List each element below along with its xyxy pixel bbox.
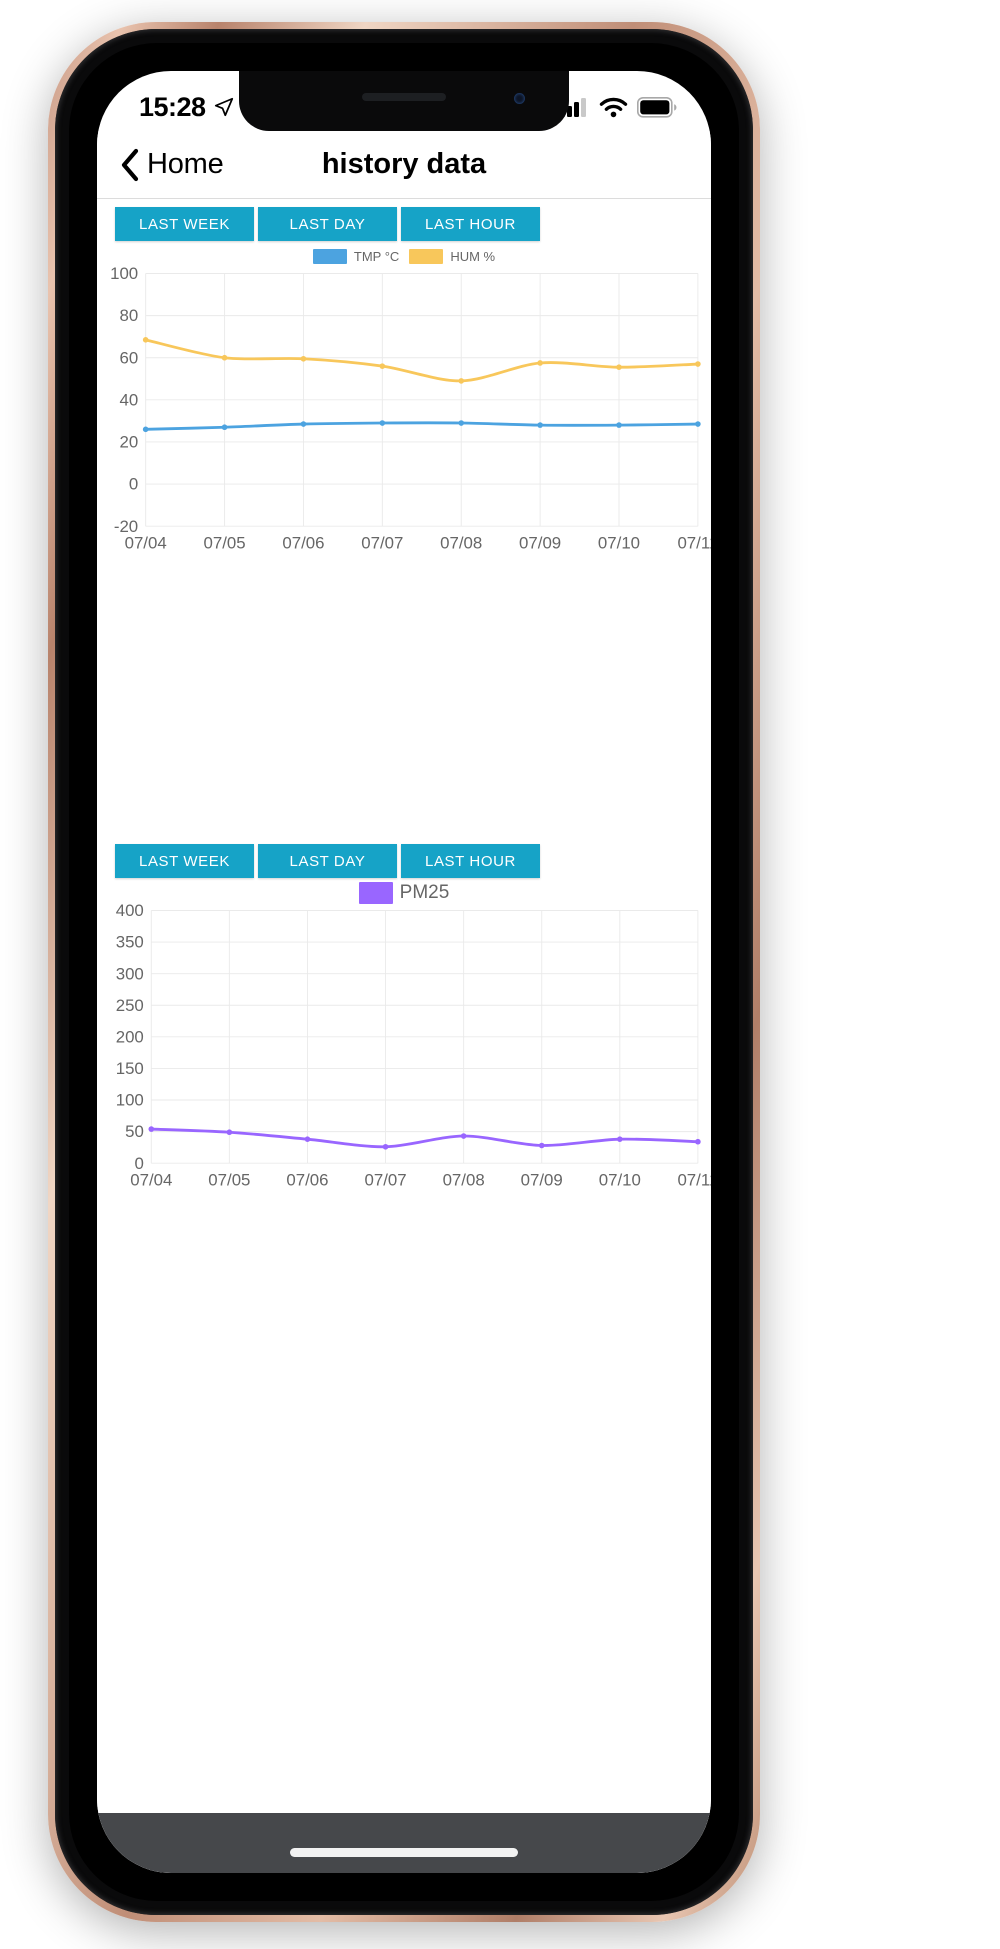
clock: 15:28	[139, 91, 206, 122]
tab-last-day-2[interactable]: LAST DAY	[258, 844, 397, 879]
legend-label-pm25: PM25	[399, 882, 450, 904]
svg-text:250: 250	[116, 996, 144, 1015]
tab-last-week-1[interactable]: LAST WEEK	[115, 207, 254, 241]
location-arrow-icon	[214, 97, 233, 117]
tab-last-week-2[interactable]: LAST WEEK	[115, 844, 254, 879]
phone-screen: 15:28 Home history data LAST WEEK LAST D…	[97, 71, 711, 1873]
svg-text:400: 400	[116, 903, 144, 920]
device-inner-bezel: 15:28 Home history data LAST WEEK LAST D…	[69, 43, 739, 1901]
home-indicator-area	[97, 1813, 711, 1873]
chevron-left-icon	[121, 148, 139, 181]
navigation-bar: Home history data	[97, 131, 711, 199]
tab-last-hour-1[interactable]: LAST HOUR	[401, 207, 540, 241]
range-tab-row-2: LAST WEEK LAST DAY LAST HOUR	[97, 836, 711, 879]
temperature-humidity-panel: LAST WEEK LAST DAY LAST HOUR TMP °C HUM …	[97, 199, 711, 558]
svg-text:07/11: 07/11	[677, 534, 711, 553]
svg-text:200: 200	[116, 1027, 144, 1046]
svg-text:07/11: 07/11	[677, 1171, 711, 1190]
svg-text:07/06: 07/06	[282, 534, 324, 553]
svg-text:40: 40	[119, 390, 138, 409]
legend-entry-hum[interactable]: HUM %	[409, 248, 496, 264]
device-bezel: 15:28 Home history data LAST WEEK LAST D…	[55, 29, 753, 1915]
svg-text:07/07: 07/07	[361, 534, 403, 553]
svg-text:07/05: 07/05	[208, 1171, 250, 1190]
front-camera-icon	[514, 93, 525, 104]
temp-hum-chart[interactable]: 100 80 60 40 20 0 -20 07/04 07/05 07/06 07/07 07/08…	[97, 266, 711, 558]
legend-entry-pm25[interactable]: PM25	[358, 882, 450, 905]
panel-spacer	[97, 558, 711, 836]
svg-text:07/06: 07/06	[286, 1171, 328, 1190]
content-area: LAST WEEK LAST DAY LAST HOUR TMP °C HUM …	[97, 199, 711, 1873]
svg-text:07/04: 07/04	[125, 534, 167, 553]
pm25-chart-svg: 40035030025020015010050007/04 07/05 07/06 0…	[116, 903, 711, 1190]
wifi-icon	[599, 97, 628, 118]
svg-text:07/05: 07/05	[203, 534, 245, 553]
svg-text:60: 60	[119, 348, 138, 367]
home-indicator[interactable]	[290, 1848, 518, 1857]
svg-text:0: 0	[129, 475, 138, 494]
svg-text:07/10: 07/10	[598, 534, 640, 553]
status-bar-right	[560, 84, 677, 118]
svg-text:20: 20	[119, 433, 138, 452]
phone-device-frame: 15:28 Home history data LAST WEEK LAST D…	[48, 22, 760, 1922]
svg-text:350: 350	[116, 933, 144, 952]
svg-text:07/08: 07/08	[440, 534, 482, 553]
svg-text:300: 300	[116, 964, 144, 983]
legend-swatch-hum	[409, 248, 444, 264]
pm25-panel: LAST WEEK LAST DAY LAST HOUR PM25 400 350…	[97, 836, 711, 1195]
status-bar-left: 15:28	[139, 80, 235, 123]
notch	[239, 71, 569, 131]
temp-hum-chart-svg: 100806040200-2007/04 07/05 07/06 07/07 07/08…	[110, 266, 711, 553]
legend-swatch-tmp	[312, 248, 347, 264]
svg-text:100: 100	[110, 266, 138, 283]
tab-last-hour-2[interactable]: LAST HOUR	[401, 844, 540, 879]
svg-text:100: 100	[116, 1091, 144, 1110]
chart-legend-2: PM25	[97, 882, 711, 905]
pm25-chart[interactable]: 400 350 300 250 200 150 100 50 0 07/04 07/05 07/06 0…	[97, 903, 711, 1195]
legend-entry-tmp[interactable]: TMP °C	[312, 248, 400, 264]
svg-text:07/09: 07/09	[519, 534, 561, 553]
back-button[interactable]: Home	[119, 148, 224, 182]
svg-text:07/08: 07/08	[443, 1171, 485, 1190]
battery-full-icon	[637, 96, 677, 118]
legend-label-hum: HUM %	[450, 248, 496, 264]
svg-text:80: 80	[119, 306, 138, 325]
svg-text:07/09: 07/09	[521, 1171, 563, 1190]
legend-label-tmp: TMP °C	[353, 248, 400, 264]
tab-last-day-1[interactable]: LAST DAY	[258, 207, 397, 241]
svg-text:07/07: 07/07	[364, 1171, 406, 1190]
svg-text:07/10: 07/10	[599, 1171, 641, 1190]
legend-swatch-pm25	[358, 882, 393, 905]
svg-text:07/04: 07/04	[130, 1171, 172, 1190]
back-button-label: Home	[147, 148, 224, 180]
svg-text:50: 50	[125, 1122, 144, 1141]
svg-text:150: 150	[116, 1059, 144, 1078]
chart-legend-1: TMP °C HUM %	[97, 246, 711, 266]
earpiece-speaker-icon	[362, 93, 446, 101]
range-tab-row-1: LAST WEEK LAST DAY LAST HOUR	[97, 199, 711, 241]
